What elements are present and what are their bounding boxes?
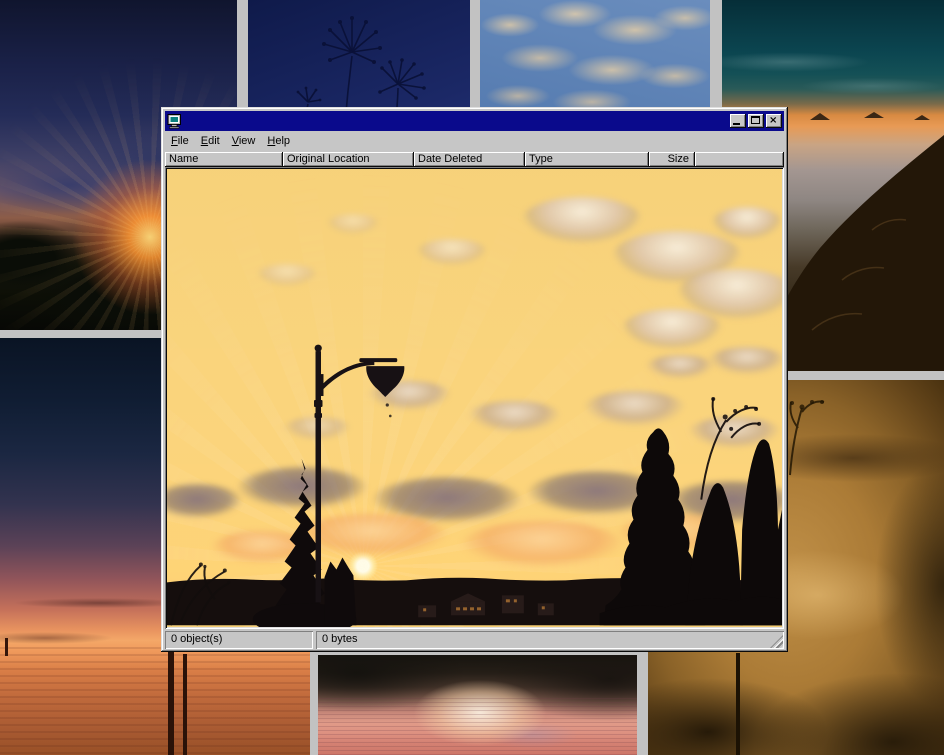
background-photo-water-reflection [318, 655, 637, 755]
menu-help[interactable]: Help [261, 133, 296, 149]
menu-bar: File Edit View Help [164, 131, 785, 151]
status-bar: 0 object(s) 0 bytes [165, 631, 784, 649]
column-header-type[interactable]: Type [525, 152, 649, 167]
menu-edit[interactable]: Edit [195, 133, 226, 149]
column-header-date-deleted[interactable]: Date Deleted [414, 152, 525, 167]
window-titlebar[interactable]: × [165, 111, 784, 131]
resize-grip[interactable] [770, 635, 783, 648]
maximize-button[interactable] [748, 114, 764, 128]
menu-file[interactable]: File [165, 133, 195, 149]
column-header-row: Name Original Location Date Deleted Type… [165, 152, 784, 167]
foreground-silhouettes [167, 169, 782, 627]
status-bytes-text: 0 bytes [322, 633, 357, 645]
close-button[interactable]: × [766, 114, 782, 128]
computer-icon[interactable] [167, 114, 183, 129]
column-header-size[interactable]: Size [649, 152, 695, 167]
close-icon: × [769, 116, 777, 125]
water-ripples [318, 695, 637, 755]
minimize-icon [733, 123, 740, 125]
list-view-area[interactable] [165, 167, 784, 629]
column-header-name[interactable]: Name [165, 152, 283, 167]
menu-view[interactable]: View [226, 133, 262, 149]
column-header-original-location[interactable]: Original Location [283, 152, 414, 167]
column-header-blank[interactable] [695, 152, 784, 167]
minimize-button[interactable] [730, 114, 746, 128]
status-object-count: 0 object(s) [165, 631, 313, 649]
recycle-bin-window: × File Edit View Help Name Original Loca… [161, 107, 788, 652]
status-bytes: 0 bytes [316, 631, 784, 649]
maximize-icon [751, 116, 760, 124]
street-lamp-silhouette [314, 345, 404, 603]
sunset-lamp-photo [167, 169, 782, 627]
